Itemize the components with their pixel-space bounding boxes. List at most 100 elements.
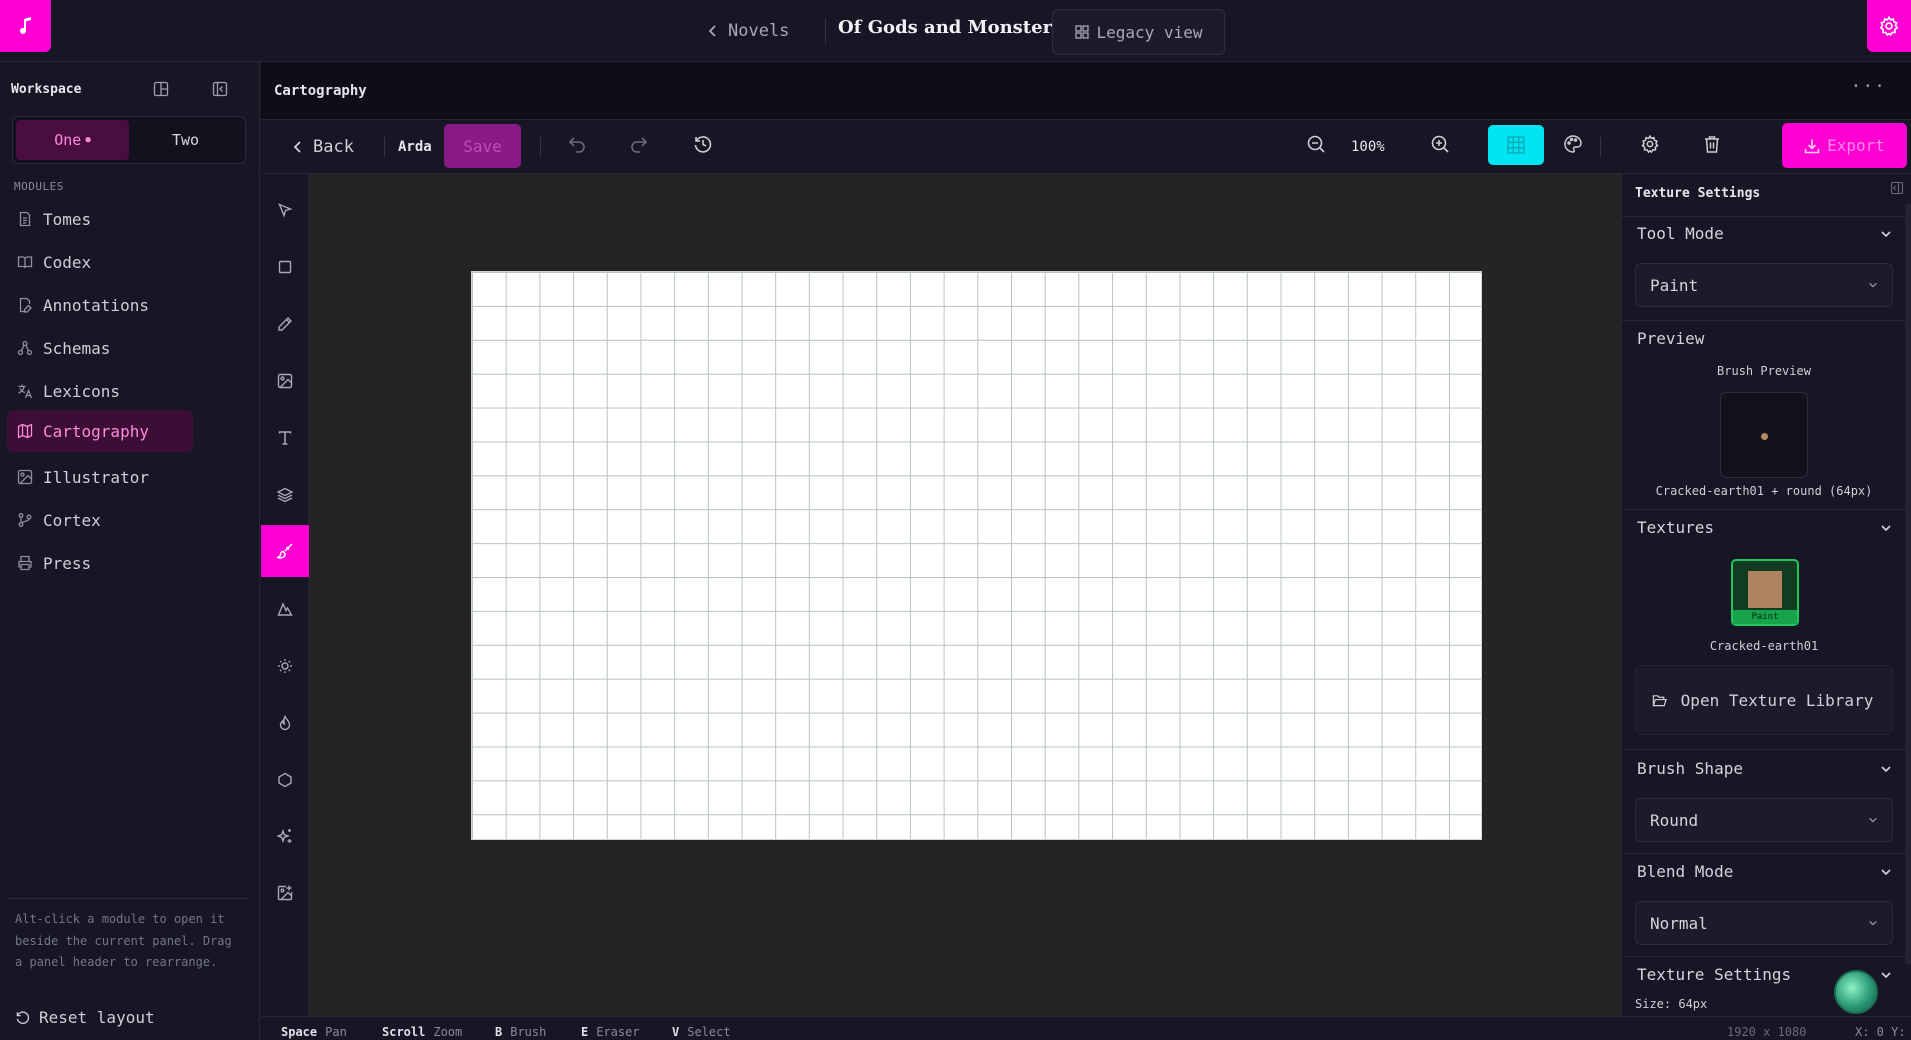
canvas-workspace[interactable]	[309, 174, 1621, 1016]
shortcut-action: Select	[687, 1025, 731, 1039]
sidebar-item-label: Codex	[43, 252, 92, 272]
palette-icon	[1564, 135, 1582, 153]
chevron-down-icon	[1881, 868, 1891, 875]
sidebar-item-cortex[interactable]: Cortex	[7, 499, 193, 541]
tool-mode-value: Paint	[1650, 275, 1699, 295]
git-branch-icon	[18, 513, 32, 527]
tool-fire[interactable]	[261, 697, 309, 749]
undo-icon	[568, 137, 585, 153]
sidebar: Workspace One ● Two MODULES Tomes Codex A…	[0, 62, 260, 1040]
map-canvas[interactable]	[471, 271, 1482, 840]
back-button[interactable]: Back	[293, 130, 354, 164]
workspace-two-tab[interactable]: Two	[129, 120, 242, 160]
gear-icon	[1879, 15, 1899, 37]
tool-image[interactable]	[261, 355, 309, 407]
panel-title: Cartography	[274, 83, 367, 99]
app-logo[interactable]	[0, 0, 51, 52]
sidebar-item-schemas[interactable]: Schemas	[7, 327, 193, 369]
blend-mode-select[interactable]: Normal	[1635, 901, 1893, 945]
tool-effects[interactable]	[261, 810, 309, 862]
redo-icon	[631, 137, 648, 153]
legacy-view-label: Legacy view	[1096, 22, 1203, 42]
sidebar-item-cartography[interactable]: Cartography	[7, 410, 193, 452]
sidebar-item-lexicons[interactable]: Lexicons	[7, 370, 193, 412]
panel-more-button[interactable]: ···	[1850, 76, 1886, 97]
sidebar-item-illustrator[interactable]: Illustrator	[7, 456, 193, 498]
preview-section-header[interactable]: Preview	[1637, 329, 1892, 348]
rectangle-icon	[278, 260, 292, 274]
grid-icon	[1074, 25, 1089, 39]
texture-settings-label: Texture Settings	[1637, 965, 1792, 984]
zoom-level: 100%	[1351, 139, 1385, 155]
undo-button[interactable]	[567, 134, 587, 154]
brush-shape-select[interactable]: Round	[1635, 798, 1893, 842]
shortcut-action: Zoom	[433, 1025, 463, 1039]
shortcut-key: Scroll	[382, 1025, 426, 1039]
blend-mode-label: Blend Mode	[1637, 862, 1734, 881]
open-texture-library-button[interactable]: Open Texture Library	[1635, 665, 1893, 735]
chevron-down-icon	[1881, 230, 1891, 237]
tool-mode-section-header[interactable]: Tool Mode	[1637, 224, 1892, 243]
redo-button[interactable]	[629, 134, 649, 154]
trash-icon	[1705, 136, 1719, 153]
map-icon	[17, 423, 33, 439]
canvas-settings-button[interactable]	[1640, 134, 1660, 154]
assistant-orb-button[interactable]	[1834, 970, 1878, 1014]
tool-add-image[interactable]	[261, 867, 309, 919]
tool-text[interactable]	[261, 412, 309, 464]
app-settings-button[interactable]	[1867, 0, 1911, 52]
history-button[interactable]	[693, 134, 713, 154]
zoom-out-button[interactable]	[1306, 134, 1326, 154]
delete-button[interactable]	[1702, 134, 1722, 154]
export-button[interactable]: Export	[1782, 123, 1907, 168]
reset-layout-button[interactable]: Reset layout	[15, 1008, 155, 1027]
sidebar-hint: Alt-click a module to open it beside the…	[15, 912, 232, 969]
palette-button[interactable]	[1563, 134, 1583, 154]
chevron-left-icon	[293, 141, 301, 153]
blend-mode-section-header[interactable]: Blend Mode	[1637, 862, 1892, 881]
brush-preview-caption: Cracked-earth01 + round (64px)	[1655, 484, 1873, 498]
sidebar-item-press[interactable]: Press	[7, 542, 193, 584]
shortcut-hint: Scroll Zoom	[382, 1025, 462, 1039]
sidebar-item-annotations[interactable]: Annotations	[7, 284, 193, 326]
save-button[interactable]: Save	[444, 124, 521, 168]
sun-icon	[278, 659, 292, 673]
nav-back-novels[interactable]: Novels	[708, 18, 789, 44]
tool-hex[interactable]	[261, 754, 309, 806]
grid-toggle-button[interactable]	[1488, 125, 1544, 165]
tool-lighting[interactable]	[261, 640, 309, 692]
tool-mode-select[interactable]: Paint	[1635, 263, 1893, 307]
workspace-one-tab[interactable]: One ●	[16, 120, 129, 160]
collapse-sidebar-button[interactable]	[212, 81, 228, 97]
sidebar-item-tomes[interactable]: Tomes	[7, 198, 193, 240]
brush-shape-section-header[interactable]: Brush Shape	[1637, 759, 1892, 778]
sidebar-item-label: Cortex	[43, 510, 101, 530]
section-divider	[1622, 749, 1906, 750]
image-plus-icon	[277, 885, 293, 901]
gear-icon	[1641, 134, 1659, 154]
legacy-view-button[interactable]: Legacy view	[1052, 9, 1225, 55]
panel-header[interactable]: Cartography ···	[261, 62, 1911, 120]
split-layout-button[interactable]	[153, 81, 169, 97]
texture-thumbnail[interactable]: Paint	[1731, 559, 1799, 626]
workspace-two-label: Two	[171, 131, 200, 149]
brush-shape-value: Round	[1650, 810, 1699, 830]
textures-section-header[interactable]: Textures	[1637, 518, 1892, 537]
chevron-down-icon	[1869, 817, 1877, 823]
history-icon	[694, 136, 712, 153]
zoom-in-button[interactable]	[1430, 134, 1450, 154]
panel-scrollbar[interactable]	[1905, 204, 1911, 964]
tool-terrain[interactable]	[261, 583, 309, 635]
active-dot: ●	[85, 135, 91, 145]
shortcut-key: B	[495, 1025, 503, 1039]
tool-layers[interactable]	[261, 469, 309, 521]
shortcut-action: Eraser	[596, 1025, 640, 1039]
tool-rectangle[interactable]	[261, 241, 309, 293]
tool-select[interactable]	[261, 184, 309, 236]
image-icon	[277, 373, 293, 389]
hexagon-icon	[278, 772, 292, 788]
panel-collapse-button[interactable]	[1891, 182, 1903, 194]
tool-pencil[interactable]	[261, 298, 309, 350]
tool-texture-brush[interactable]	[261, 525, 309, 577]
sidebar-item-codex[interactable]: Codex	[7, 241, 193, 283]
